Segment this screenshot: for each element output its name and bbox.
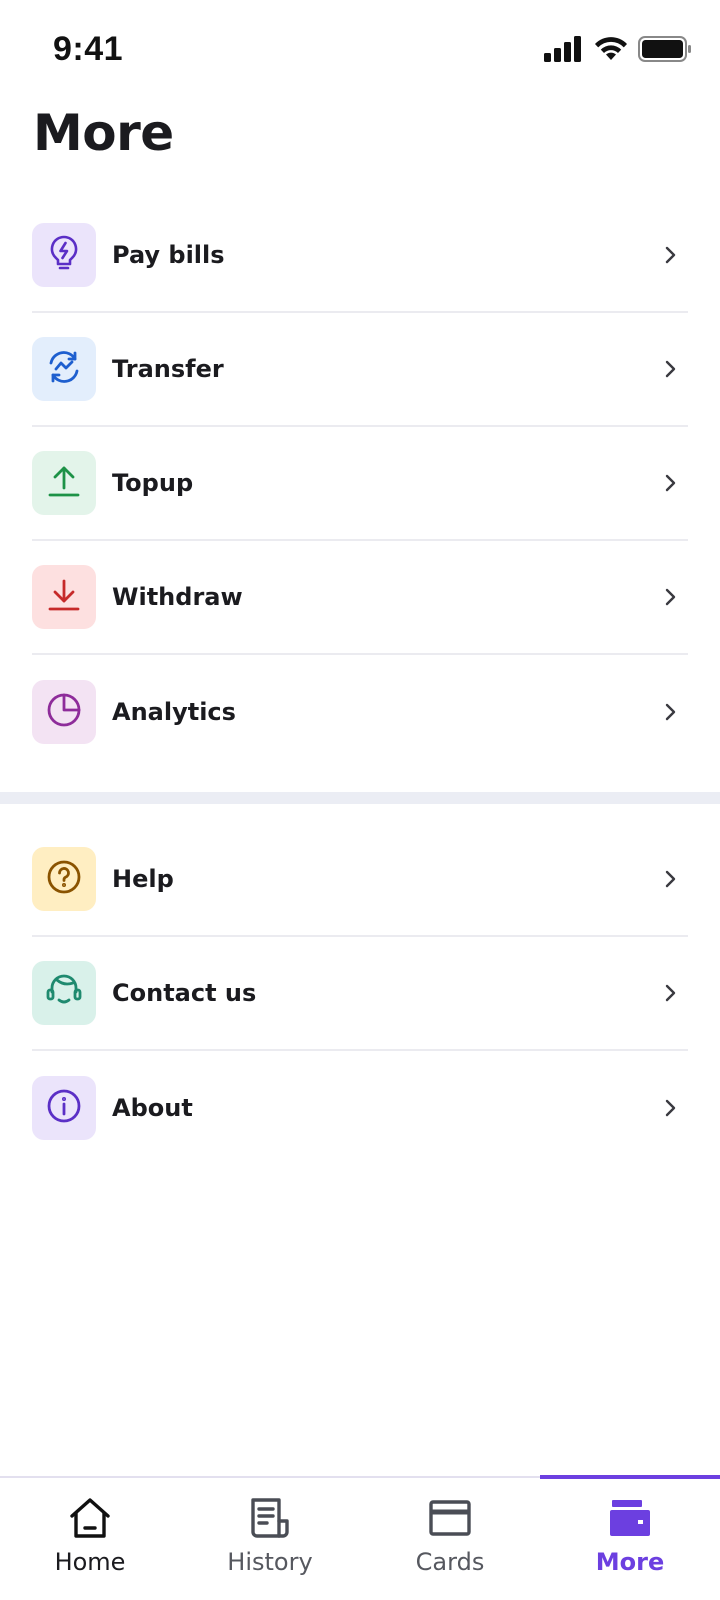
menu-icon-box bbox=[32, 847, 96, 911]
menu-icon-box bbox=[32, 451, 96, 515]
menu-item-label: Analytics bbox=[112, 698, 236, 726]
primary-menu-list: Pay bills Transfer Topup Withdraw Analyt… bbox=[0, 199, 720, 769]
more-screen: 9:41 More Pay bills Transfer Topup Withd… bbox=[0, 0, 720, 1600]
menu-item-label: Help bbox=[112, 865, 174, 893]
signal-icon bbox=[544, 36, 584, 66]
question-circle-icon bbox=[46, 859, 82, 899]
menu-item-pay-bills[interactable]: Pay bills bbox=[32, 199, 688, 313]
menu-item-help[interactable]: Help bbox=[32, 823, 688, 937]
menu-icon-box bbox=[32, 680, 96, 744]
menu-item-topup[interactable]: Topup bbox=[32, 427, 688, 541]
chevron-right-icon bbox=[660, 473, 680, 493]
section-divider bbox=[0, 792, 720, 804]
secondary-menu-list: Help Contact us About bbox=[0, 823, 720, 1165]
menu-item-contact-us[interactable]: Contact us bbox=[32, 937, 688, 1051]
battery-icon bbox=[638, 36, 692, 66]
menu-item-withdraw[interactable]: Withdraw bbox=[32, 541, 688, 655]
wifi-icon bbox=[594, 36, 628, 66]
headset-icon bbox=[45, 972, 83, 1014]
chevron-right-icon bbox=[660, 359, 680, 379]
menu-item-label: Withdraw bbox=[112, 583, 243, 611]
card-icon bbox=[428, 1496, 472, 1540]
menu-item-label: Topup bbox=[112, 469, 194, 497]
menu-icon-box bbox=[32, 961, 96, 1025]
lightbulb-icon bbox=[47, 235, 81, 275]
transfer-cycle-icon bbox=[46, 349, 82, 389]
status-time: 9:41 bbox=[53, 30, 124, 68]
download-icon bbox=[47, 578, 81, 616]
pie-chart-icon bbox=[46, 692, 82, 732]
status-icons bbox=[544, 36, 692, 66]
menu-item-about[interactable]: About bbox=[32, 1051, 688, 1165]
menu-icon-box bbox=[32, 223, 96, 287]
nav-label: History bbox=[227, 1548, 313, 1576]
info-circle-icon bbox=[46, 1088, 82, 1128]
menu-item-analytics[interactable]: Analytics bbox=[32, 655, 688, 769]
page-title: More bbox=[33, 104, 174, 162]
menu-item-label: Contact us bbox=[112, 979, 257, 1007]
menu-icon-box bbox=[32, 1076, 96, 1140]
status-bar: 9:41 bbox=[0, 0, 720, 100]
menu-item-label: Pay bills bbox=[112, 241, 225, 269]
nav-item-more[interactable]: More bbox=[540, 1475, 720, 1600]
home-icon bbox=[68, 1496, 112, 1540]
nav-item-home[interactable]: Home bbox=[0, 1478, 180, 1600]
chevron-right-icon bbox=[660, 702, 680, 722]
menu-item-transfer[interactable]: Transfer bbox=[32, 313, 688, 427]
nav-label: Cards bbox=[415, 1548, 485, 1576]
receipt-icon bbox=[248, 1496, 292, 1540]
menu-item-label: Transfer bbox=[112, 355, 224, 383]
wallet-icon bbox=[608, 1496, 652, 1540]
nav-label: More bbox=[595, 1548, 665, 1576]
bottom-nav: Home History Cards More bbox=[0, 1475, 720, 1600]
chevron-right-icon bbox=[660, 1098, 680, 1118]
menu-icon-box bbox=[32, 337, 96, 401]
nav-item-cards[interactable]: Cards bbox=[360, 1478, 540, 1600]
nav-label: Home bbox=[54, 1548, 126, 1576]
upload-icon bbox=[47, 464, 81, 502]
menu-icon-box bbox=[32, 565, 96, 629]
chevron-right-icon bbox=[660, 869, 680, 889]
chevron-right-icon bbox=[660, 983, 680, 1003]
nav-item-history[interactable]: History bbox=[180, 1478, 360, 1600]
chevron-right-icon bbox=[660, 587, 680, 607]
chevron-right-icon bbox=[660, 245, 680, 265]
menu-item-label: About bbox=[112, 1094, 193, 1122]
